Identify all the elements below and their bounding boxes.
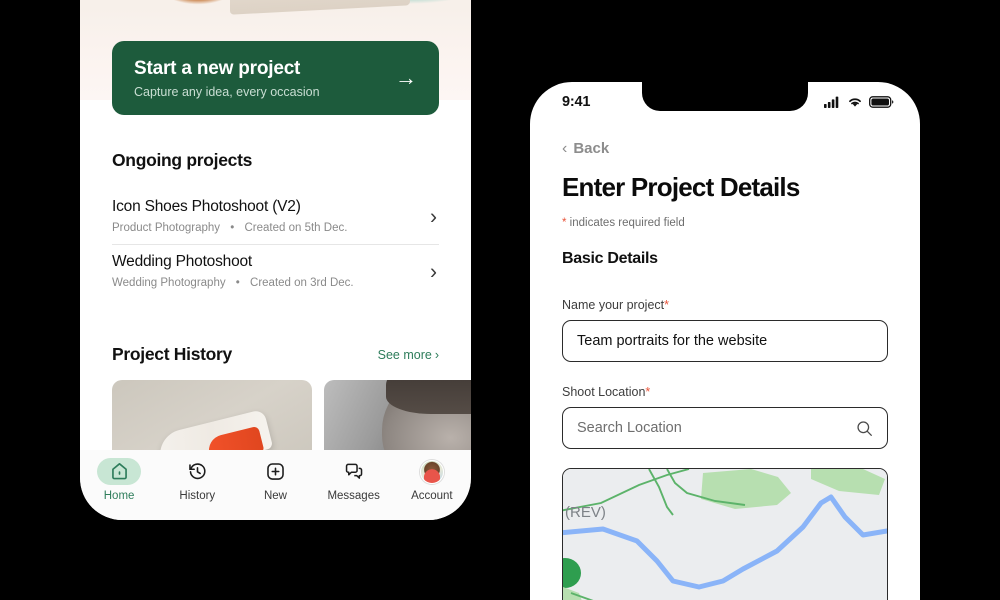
input-placeholder: Search Location <box>577 420 682 436</box>
list-item[interactable]: Wedding Photoshoot Wedding Photography •… <box>112 244 439 299</box>
status-icons <box>824 96 894 108</box>
shoot-location-input[interactable]: Search Location <box>562 407 888 449</box>
field-shoot-location: Shoot Location* Search Location <box>562 385 888 449</box>
messages-chat-icon <box>332 458 376 485</box>
screenshot-stage: Start a new project Capture any idea, ev… <box>0 0 1000 600</box>
basic-details-heading: Basic Details <box>562 250 658 267</box>
meta-separator: • <box>230 222 235 234</box>
cta-text-wrap: Start a new project Capture any idea, ev… <box>134 58 320 99</box>
meta-separator: • <box>235 277 240 289</box>
page-title: Enter Project Details <box>562 172 800 202</box>
tab-label: New <box>263 490 287 502</box>
project-name-input[interactable]: Team portraits for the website <box>562 320 888 362</box>
avatar <box>419 459 444 484</box>
tab-label: Messages <box>327 490 380 502</box>
status-bar: 9:41 <box>530 82 920 122</box>
chevron-right-icon[interactable]: › <box>430 207 437 228</box>
required-field-note: * indicates required field <box>562 217 685 229</box>
see-more-label: See more <box>377 347 432 362</box>
location-map-preview[interactable]: (REV) Renison University College <box>562 468 888 600</box>
account-avatar-icon <box>410 458 454 485</box>
wifi-icon <box>849 98 861 107</box>
label-text: Shoot Location <box>562 385 646 399</box>
list-item[interactable]: Icon Shoes Photoshoot (V2) Product Photo… <box>112 190 439 244</box>
see-more-link[interactable]: See more › <box>378 348 439 362</box>
tab-label: Home <box>103 490 135 502</box>
back-label: Back <box>573 140 610 157</box>
project-meta: Product Photography • Created on 5th Dec… <box>112 222 439 234</box>
plus-square-icon <box>253 458 297 485</box>
project-name: Icon Shoes Photoshoot (V2) <box>112 198 301 215</box>
bottom-tab-bar: Home History New Messages Account <box>80 450 471 520</box>
field-label: Name your project* <box>562 298 888 312</box>
home-icon <box>97 458 142 485</box>
search-icon[interactable] <box>856 420 873 437</box>
tab-messages[interactable]: Messages <box>319 458 389 502</box>
project-history-header: Project History See more › <box>112 344 439 365</box>
project-meta: Wedding Photography • Created on 3rd Dec… <box>112 277 439 289</box>
map-label: (REV) <box>565 504 606 521</box>
back-button[interactable]: ‹ Back <box>562 140 609 157</box>
project-created: Created on 3rd Dec. <box>250 277 354 289</box>
cellular-signal-icon <box>824 96 839 108</box>
project-name: Wedding Photoshoot <box>112 253 253 270</box>
required-asterisk: * <box>664 298 669 312</box>
chevron-right-icon[interactable]: › <box>430 262 437 283</box>
battery-icon <box>869 96 894 108</box>
start-new-project-banner[interactable]: Start a new project Capture any idea, ev… <box>112 41 439 115</box>
field-project-name: Name your project* Team portraits for th… <box>562 298 888 362</box>
project-history-heading: Project History <box>112 344 232 364</box>
project-category: Wedding Photography <box>112 277 226 289</box>
right-phone-project-details-screen: 9:41 ‹ Back Enter Project Details * indi… <box>530 82 920 600</box>
project-category: Product Photography <box>112 222 221 234</box>
label-text: Name your project <box>562 298 665 312</box>
cta-subtitle: Capture any idea, every occasion <box>134 84 320 99</box>
left-phone-home-screen: Start a new project Capture any idea, ev… <box>80 0 471 520</box>
project-created: Created on 5th Dec. <box>244 222 348 234</box>
tab-history[interactable]: History <box>162 458 232 502</box>
tab-new[interactable]: New <box>240 458 310 502</box>
ongoing-projects-heading: Ongoing projects <box>112 150 253 170</box>
tab-home[interactable]: Home <box>84 458 154 502</box>
ongoing-projects-list: Icon Shoes Photoshoot (V2) Product Photo… <box>112 190 439 299</box>
tab-label: Account <box>411 490 453 502</box>
chevron-left-icon: ‹ <box>562 139 568 157</box>
required-asterisk: * <box>645 385 651 399</box>
cta-title: Start a new project <box>134 57 301 79</box>
tab-label: History <box>179 490 216 502</box>
input-value: Team portraits for the website <box>577 333 768 349</box>
tab-account[interactable]: Account <box>397 458 467 502</box>
arrow-right-icon[interactable]: → <box>395 67 417 89</box>
chevron-right-icon: › <box>434 347 439 362</box>
status-time: 9:41 <box>562 94 591 110</box>
required-note-text: indicates required field <box>566 217 685 229</box>
history-clock-icon <box>175 458 219 485</box>
field-label: Shoot Location* <box>562 385 888 399</box>
